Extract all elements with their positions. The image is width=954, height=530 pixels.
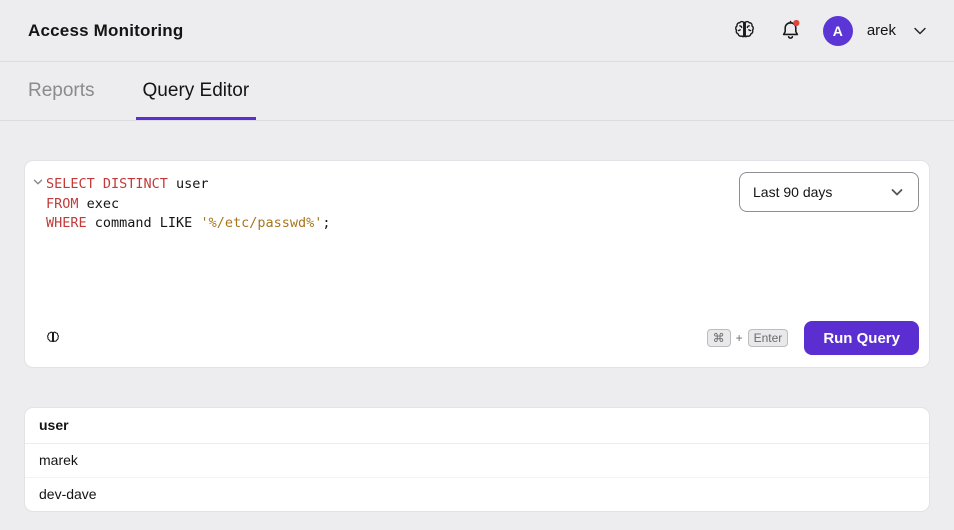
notification-dot — [793, 20, 799, 26]
code-fold-chevron-down-icon[interactable] — [32, 176, 44, 188]
bell-icon — [778, 18, 803, 43]
user-name: arek — [867, 22, 896, 39]
tab-bar: Reports Query Editor — [0, 62, 954, 121]
time-range-value: Last 90 days — [753, 184, 832, 200]
chevron-down-icon — [910, 21, 930, 41]
user-menu[interactable]: A arek — [823, 16, 930, 46]
tab-query-editor[interactable]: Query Editor — [136, 62, 257, 120]
run-controls: ⌘ + Enter Run Query — [707, 321, 919, 355]
editor-assistant-button[interactable] — [45, 330, 61, 346]
brain-icon — [731, 18, 758, 44]
avatar: A — [823, 16, 853, 46]
code-line: FROM exec — [46, 195, 729, 215]
assistant-button[interactable] — [731, 18, 758, 44]
run-query-button[interactable]: Run Query — [804, 321, 919, 355]
table-row: marek — [25, 444, 929, 477]
results-column-header: user — [25, 408, 929, 444]
table-row: dev-dave — [25, 477, 929, 511]
cmd-key-badge: ⌘ — [707, 329, 731, 347]
app-header: Access Monitoring — [0, 0, 954, 62]
tab-reports[interactable]: Reports — [28, 62, 95, 120]
editor-footer: ⌘ + Enter Run Query — [45, 321, 919, 355]
results-table: user marek dev-dave — [24, 407, 930, 512]
chevron-down-icon — [889, 184, 905, 200]
code-line: SELECT DISTINCT user — [46, 175, 729, 195]
code-line: WHERE command LIKE '%/etc/passwd%'; — [46, 214, 729, 234]
sql-query-input[interactable]: SELECT DISTINCT userFROM execWHERE comma… — [46, 175, 729, 307]
brain-icon — [45, 330, 61, 346]
shortcut-separator: + — [736, 331, 743, 345]
page-title: Access Monitoring — [28, 21, 183, 41]
header-actions: A arek — [731, 16, 930, 46]
keyboard-shortcut-hint: ⌘ + Enter — [707, 329, 789, 347]
main-content: SELECT DISTINCT userFROM execWHERE comma… — [0, 121, 954, 512]
query-editor-card: SELECT DISTINCT userFROM execWHERE comma… — [24, 160, 930, 368]
enter-key-badge: Enter — [748, 329, 789, 347]
time-range-select[interactable]: Last 90 days — [739, 172, 919, 212]
notifications-button[interactable] — [778, 18, 803, 43]
